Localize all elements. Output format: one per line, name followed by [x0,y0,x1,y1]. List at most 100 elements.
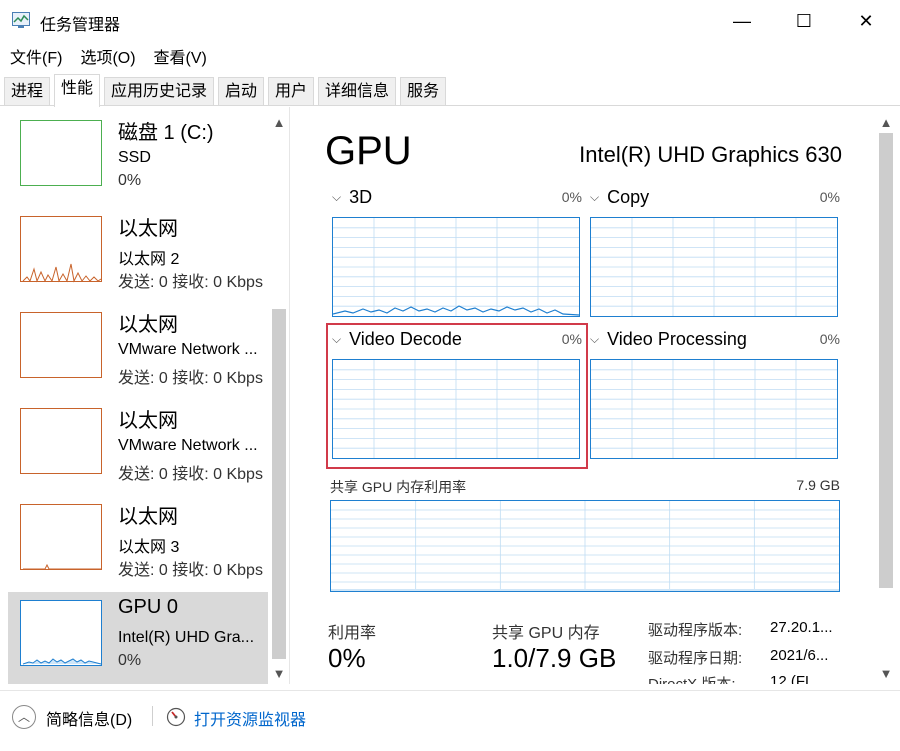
utilization-label: 利用率 [328,625,377,642]
window-title: 任务管理器 [40,17,121,34]
driver-version-label: 驱动程序版本: [648,622,743,639]
tab-details[interactable]: 详细信息 [318,77,397,105]
resource-item-ethernet[interactable]: 以太网 以太网 3 发送: 0 接收: 0 Kbps [8,496,268,592]
resource-value: 发送: 0 接收: 0 Kbps [118,370,263,387]
ethernet-thumbnail-graph [20,216,102,283]
graph-grid [591,218,837,316]
menu-options[interactable]: 选项(O) [80,44,135,68]
resource-subtitle: VMware Network ... [118,341,258,358]
resource-value: 0% [118,652,142,669]
resource-subtitle: 以太网 2 [118,251,180,268]
gpu-thumbnail-graph [20,600,102,666]
task-manager-icon [12,12,30,28]
scrollbar-thumb[interactable] [272,309,286,659]
open-resource-monitor-link[interactable]: 打开资源监视器 [194,706,306,730]
utilization-value: 0% [328,643,366,673]
resource-value: 发送: 0 接收: 0 Kbps [118,274,263,291]
chevron-down-icon: ⌵ [590,190,600,204]
chevron-down-icon: ⌵ [332,190,342,204]
tab-services[interactable]: 服务 [400,77,447,105]
gpu-device-name: Intel(R) UHD Graphics 630 [579,142,842,167]
tab-app-history[interactable]: 应用历史记录 [104,77,215,105]
page-title: GPU [325,129,412,173]
close-button[interactable]: ✕ [836,0,896,42]
ethernet-thumbnail-graph [20,312,102,378]
resource-item-ethernet[interactable]: 以太网 VMware Network ... 发送: 0 接收: 0 Kbps [8,304,268,400]
shared-memory-graph [330,500,840,592]
graph-grid [591,360,837,458]
graph-grid [331,501,839,591]
scroll-down-icon[interactable]: ▼ [876,664,896,684]
engine-graph-video-processing: ⌵ Video Processing 0% [590,329,840,463]
details-scrollbar[interactable]: ▲ ▼ [876,113,896,684]
gpu-details-panel: GPU Intel(R) UHD Graphics 630 ⌵ 3D 0% ⌵ Co… [292,107,874,684]
resource-subtitle: VMware Network ... [118,437,258,454]
graph-grid [333,360,579,458]
chevron-down-icon: ⌵ [590,332,600,346]
tab-performance[interactable]: 性能 [54,74,101,107]
title-bar: 任务管理器 — ☐ ✕ [0,0,900,42]
divider [152,706,153,726]
engine-selector[interactable]: ⌵ Copy [590,187,649,208]
resource-title: GPU 0 [118,596,179,618]
scroll-down-icon[interactable]: ▼ [269,664,289,684]
engine-graph-copy: ⌵ Copy 0% [590,187,840,317]
resource-item-gpu[interactable]: GPU 0 Intel(R) UHD Gra... 0% [8,592,268,684]
engine-graph [590,359,838,459]
shared-memory-stat-value: 1.0/7.9 GB [492,643,617,673]
resource-subtitle: 以太网 3 [118,539,180,556]
fewer-details-button[interactable]: 简略信息(D) [46,706,132,730]
menu-view[interactable]: 查看(V) [154,44,207,68]
resource-subtitle: Intel(R) UHD Gra... [118,629,255,646]
tab-processes[interactable]: 进程 [4,77,51,105]
resource-title: 以太网 [118,410,178,432]
minimize-icon: — [733,10,751,31]
disk-thumbnail-graph [20,120,102,186]
shared-memory-max: 7.9 GB [796,477,840,493]
chevron-down-icon: ⌵ [332,332,342,346]
resource-value: 发送: 0 接收: 0 Kbps [118,466,263,483]
engine-graph [332,359,580,459]
scrollbar-thumb[interactable] [879,133,893,588]
scroll-up-icon[interactable]: ▲ [876,113,896,133]
engine-selector[interactable]: ⌵ Video Decode [332,329,462,350]
resource-monitor-icon [166,707,186,727]
driver-version-value: 27.20.1... [770,619,833,636]
engine-graph-3d: ⌵ 3D 0% [332,187,582,317]
resource-list-scrollbar[interactable]: ▲ ▼ [269,113,289,684]
shared-memory-stat-label: 共享 GPU 内存 [492,625,600,642]
resource-title: 磁盘 1 (C:) [118,122,214,144]
footer-bar: ︿ 简略信息(D) 打开资源监视器 [0,690,900,751]
menu-bar: 文件(F) 选项(O) 查看(V) [0,42,900,70]
directx-version-value: 12 (FL... [770,673,826,684]
shared-memory-label: 共享 GPU 内存利用率 [330,479,467,495]
engine-graph [590,217,838,317]
chevron-up-icon[interactable]: ︿ [12,705,36,729]
engine-graph [332,217,580,317]
engine-selector[interactable]: ⌵ Video Processing [590,329,747,350]
minimize-button[interactable]: — [712,0,772,42]
engine-percent: 0% [819,189,840,205]
tab-users[interactable]: 用户 [268,77,315,105]
resource-title: 以太网 [118,218,178,240]
menu-file[interactable]: 文件(F) [10,44,62,68]
resource-title: 以太网 [118,506,178,528]
driver-date-label: 驱动程序日期: [648,650,743,667]
resource-item-ethernet[interactable]: 以太网 VMware Network ... 发送: 0 接收: 0 Kbps [8,400,268,496]
maximize-button[interactable]: ☐ [774,0,834,42]
ethernet-thumbnail-graph [20,408,102,474]
resource-item-ethernet[interactable]: 以太网 以太网 2 发送: 0 接收: 0 Kbps [8,208,268,304]
ethernet-thumbnail-graph [20,504,102,570]
engine-percent: 0% [819,331,840,347]
resource-subtitle: SSD [118,149,151,166]
close-icon: ✕ [858,10,874,31]
resource-item-disk[interactable]: 磁盘 1 (C:) SSD 0% [8,112,268,208]
engine-selector[interactable]: ⌵ 3D [332,187,372,208]
graph-grid [333,218,579,316]
tab-startup[interactable]: 启动 [218,77,265,105]
directx-version-label: DirectX 版本: [648,673,736,684]
maximize-icon: ☐ [795,10,813,31]
resource-list: 磁盘 1 (C:) SSD 0% 以太网 以太网 2 发送: 0 接收: 0 K… [0,107,290,684]
scroll-up-icon[interactable]: ▲ [269,113,289,133]
resource-value: 0% [118,172,142,189]
